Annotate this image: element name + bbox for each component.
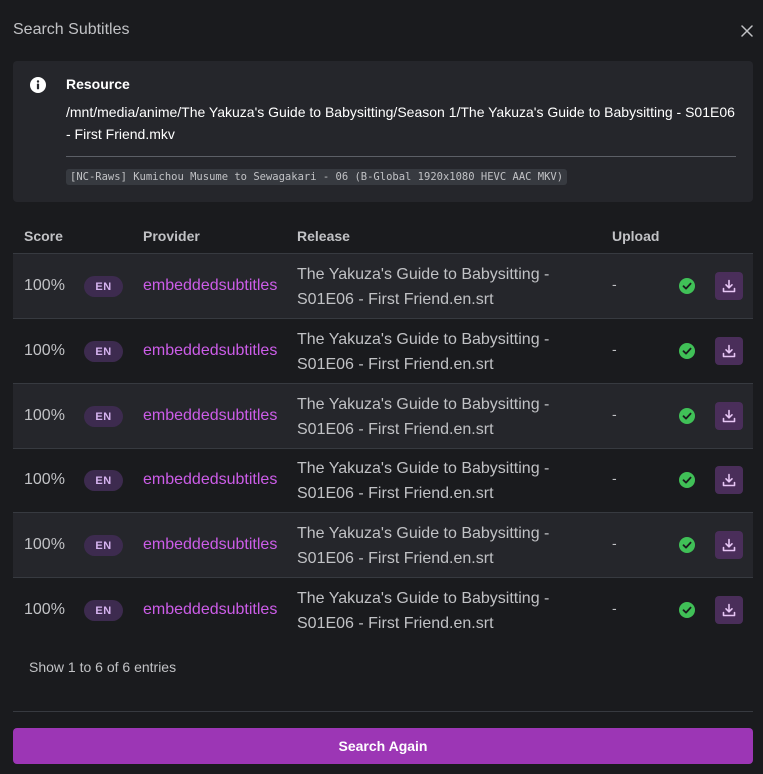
- release-cell: The Yakuza's Guide to Babysitting - S01E…: [297, 266, 550, 308]
- download-button[interactable]: [715, 337, 743, 365]
- language-badge: EN: [84, 535, 123, 556]
- header-score[interactable]: Score: [24, 228, 63, 244]
- score-cell: 100%: [24, 342, 65, 359]
- modal-title: Search Subtitles: [13, 21, 130, 38]
- download-icon: [722, 344, 736, 358]
- info-icon: [30, 77, 46, 93]
- table-row: 100% EN embeddedsubtitles The Yakuza's G…: [13, 254, 753, 319]
- download-button[interactable]: [715, 531, 743, 559]
- release-cell: The Yakuza's Guide to Babysitting - S01E…: [297, 590, 550, 632]
- upload-cell: -: [612, 406, 617, 422]
- table-row: 100% EN embeddedsubtitles The Yakuza's G…: [13, 448, 753, 513]
- score-cell: 100%: [24, 536, 65, 553]
- download-icon: [722, 409, 736, 423]
- release-cell: The Yakuza's Guide to Babysitting - S01E…: [297, 331, 550, 373]
- score-cell: 100%: [24, 277, 65, 294]
- footer-divider: [13, 711, 753, 712]
- provider-link[interactable]: embeddedsubtitles: [143, 277, 277, 295]
- score-cell: 100%: [24, 407, 65, 424]
- download-button[interactable]: [715, 596, 743, 624]
- resource-divider: [66, 156, 736, 157]
- provider-link[interactable]: embeddedsubtitles: [143, 601, 277, 619]
- language-badge: EN: [84, 470, 123, 491]
- download-icon: [722, 603, 736, 617]
- check-circle-icon: [679, 408, 695, 424]
- check-circle-icon: [679, 343, 695, 359]
- upload-cell: -: [612, 341, 617, 357]
- check-circle-icon: [679, 278, 695, 294]
- download-button[interactable]: [715, 272, 743, 300]
- header-release[interactable]: Release: [297, 228, 350, 244]
- upload-cell: -: [612, 470, 617, 486]
- provider-link[interactable]: embeddedsubtitles: [143, 407, 277, 425]
- table-row: 100% EN embeddedsubtitles The Yakuza's G…: [13, 578, 753, 643]
- score-cell: 100%: [24, 471, 65, 488]
- download-button[interactable]: [715, 466, 743, 494]
- release-cell: The Yakuza's Guide to Babysitting - S01E…: [297, 525, 550, 567]
- table-row: 100% EN embeddedsubtitles The Yakuza's G…: [13, 319, 753, 384]
- upload-cell: -: [612, 535, 617, 551]
- language-badge: EN: [84, 341, 123, 362]
- score-cell: 100%: [24, 601, 65, 618]
- resource-title: Resource: [66, 76, 130, 92]
- provider-link[interactable]: embeddedsubtitles: [143, 536, 277, 554]
- language-badge: EN: [84, 406, 123, 427]
- download-icon: [722, 538, 736, 552]
- language-badge: EN: [84, 600, 123, 621]
- table-row: 100% EN embeddedsubtitles The Yakuza's G…: [13, 513, 753, 578]
- resource-release-name: [NC-Raws] Kumichou Musume to Sewagakari …: [66, 169, 568, 185]
- check-circle-icon: [679, 472, 695, 488]
- check-circle-icon: [679, 602, 695, 618]
- provider-link[interactable]: embeddedsubtitles: [143, 342, 277, 360]
- download-icon: [722, 473, 736, 487]
- release-cell: The Yakuza's Guide to Babysitting - S01E…: [297, 396, 550, 438]
- close-icon: [741, 25, 753, 37]
- upload-cell: -: [612, 276, 617, 292]
- check-circle-icon: [679, 537, 695, 553]
- release-cell: The Yakuza's Guide to Babysitting - S01E…: [297, 460, 550, 502]
- resource-path: /mnt/media/anime/The Yakuza's Guide to B…: [66, 104, 735, 142]
- resource-panel: Resource /mnt/media/anime/The Yakuza's G…: [13, 61, 753, 202]
- language-badge: EN: [84, 276, 123, 297]
- close-button[interactable]: [737, 21, 757, 41]
- download-icon: [722, 279, 736, 293]
- search-again-button[interactable]: Search Again: [13, 728, 753, 764]
- table-row: 100% EN embeddedsubtitles The Yakuza's G…: [13, 384, 753, 449]
- download-button[interactable]: [715, 402, 743, 430]
- upload-cell: -: [612, 600, 617, 616]
- provider-link[interactable]: embeddedsubtitles: [143, 471, 277, 489]
- header-provider[interactable]: Provider: [143, 228, 200, 244]
- header-upload[interactable]: Upload: [612, 228, 659, 244]
- modal-header: Search Subtitles: [0, 0, 763, 61]
- table-header: Score Provider Release Upload: [13, 216, 753, 254]
- entries-count: Show 1 to 6 of 6 entries: [29, 659, 177, 675]
